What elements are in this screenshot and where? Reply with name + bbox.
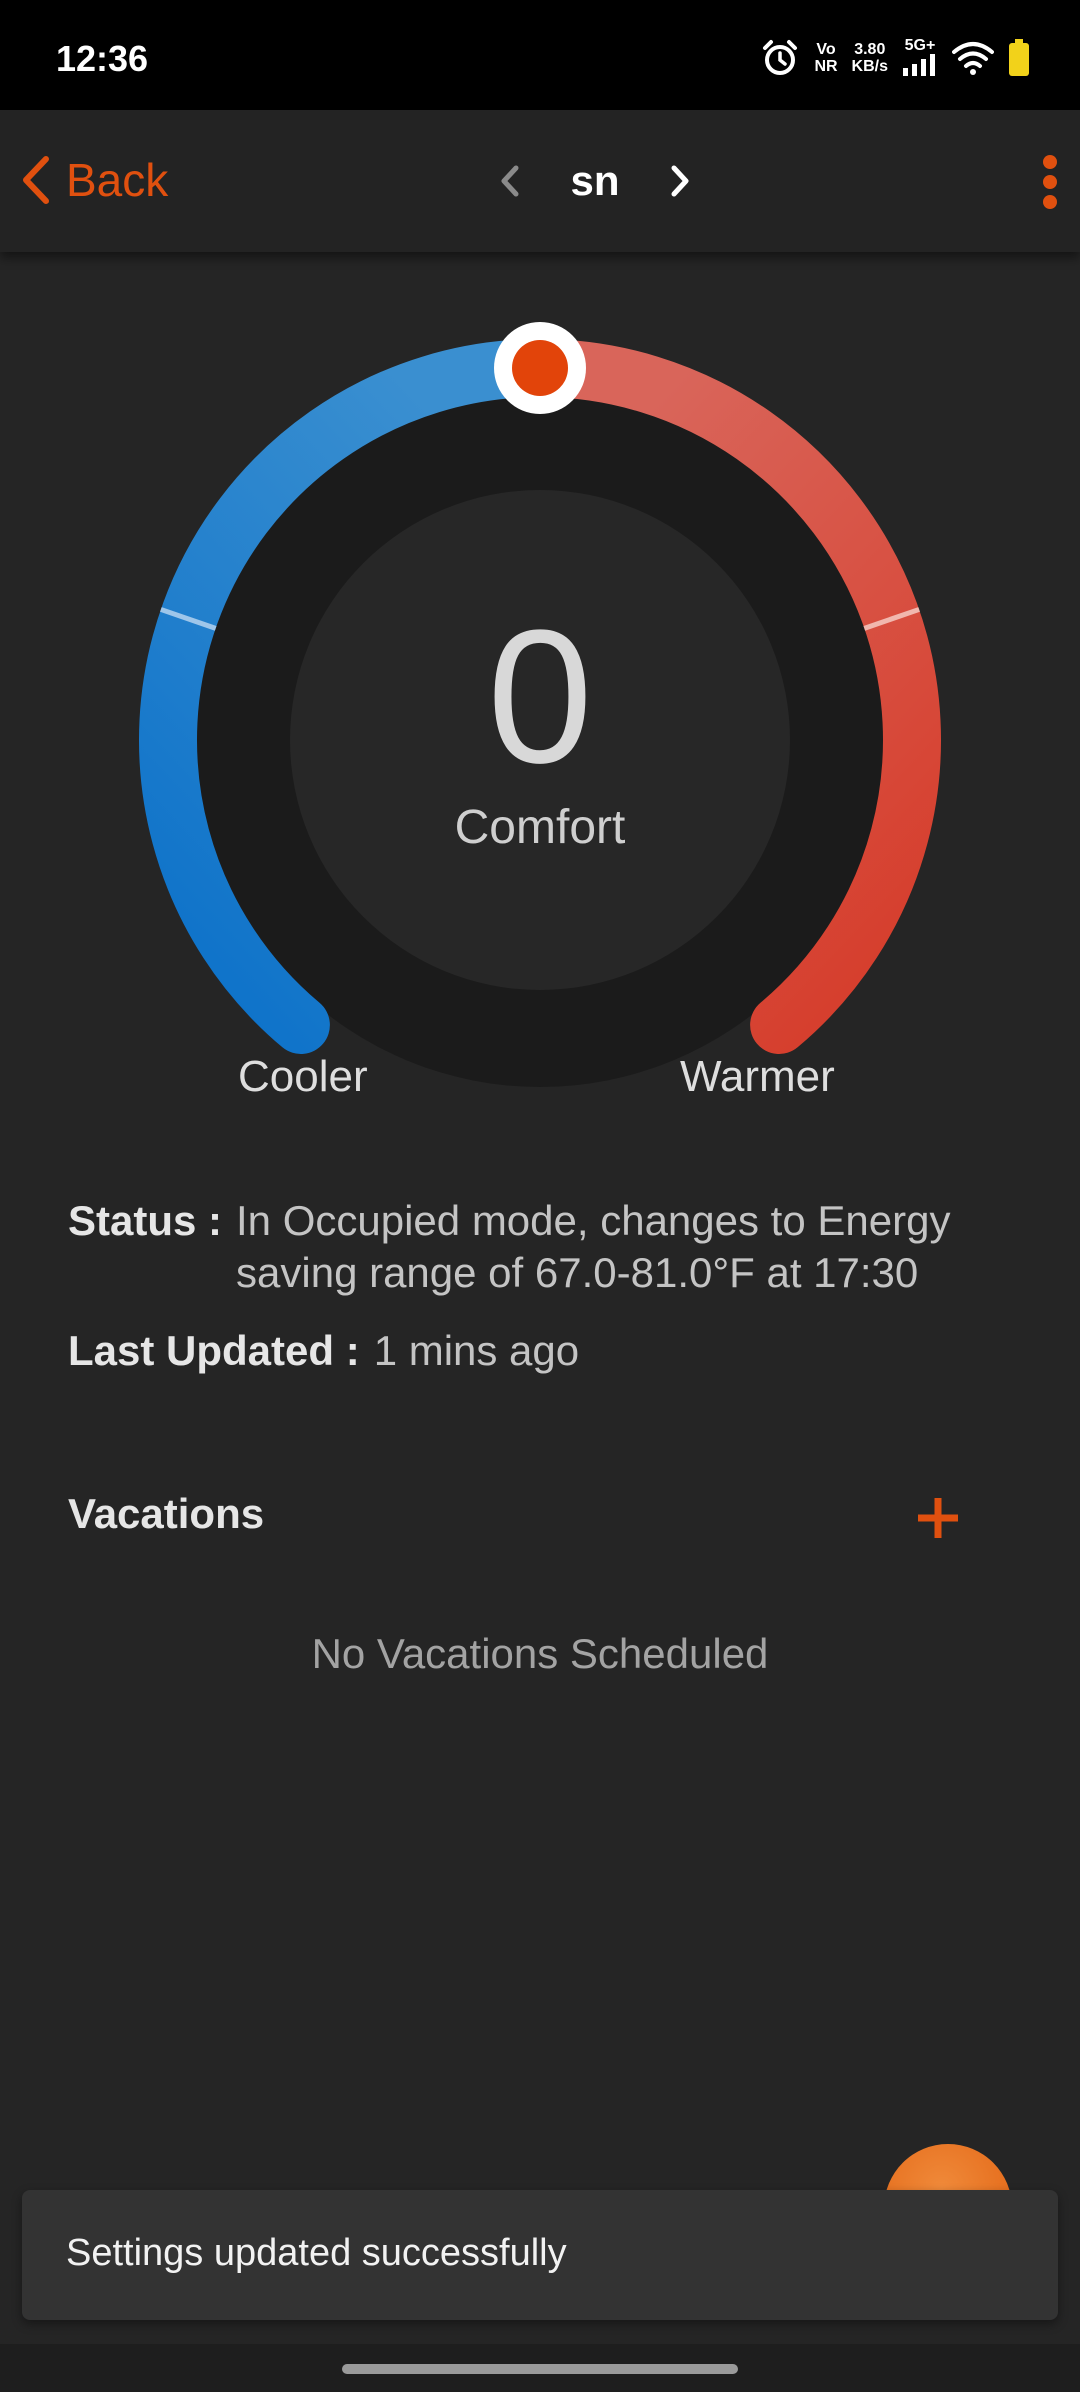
previous-device-button[interactable]	[490, 156, 530, 206]
status-info: Status : In Occupied mode, changes to En…	[68, 1195, 1028, 1377]
wifi-icon	[952, 42, 994, 75]
back-label: Back	[66, 154, 169, 206]
status-bar: 12:36 Vo NR 3.80 KB/s 5G+	[0, 0, 1080, 110]
next-device-button[interactable]	[660, 156, 700, 206]
warmer-label: Warmer	[680, 1052, 835, 1101]
status-key: Status :	[68, 1197, 223, 1244]
last-updated-row: Last Updated : 1 mins ago	[68, 1325, 1028, 1377]
last-updated-value: 1 mins ago	[373, 1327, 580, 1374]
cooler-label: Cooler	[238, 1052, 368, 1101]
screen: 12:36 Vo NR 3.80 KB/s 5G+ Back sn 0 Comf…	[0, 0, 1080, 2392]
net-speed-value: 3.80	[854, 41, 886, 58]
last-updated-key: Last Updated :	[68, 1327, 360, 1374]
comfort-label: Comfort	[454, 801, 626, 854]
status-icons: Vo NR 3.80 KB/s 5G+	[760, 36, 1030, 80]
no-vacations-message: No Vacations Scheduled	[311, 1630, 769, 1677]
app-bar: Back sn	[0, 110, 1080, 252]
device-name: sn	[570, 157, 620, 204]
device-switcher: sn	[490, 146, 700, 216]
chevron-left-icon	[23, 156, 49, 204]
dial-knob[interactable]	[494, 322, 586, 414]
snackbar-message: Settings updated successfully	[66, 2232, 567, 2274]
home-indicator[interactable]	[342, 2364, 738, 2374]
more-options-icon[interactable]	[1030, 152, 1070, 212]
back-button[interactable]: Back	[18, 150, 168, 210]
status-value: In Occupied mode, changes to Energy savi…	[236, 1197, 951, 1296]
navigation-bar	[0, 2344, 1080, 2392]
battery-icon	[1009, 39, 1029, 76]
volte-top: Vo	[816, 41, 836, 58]
net-speed: 3.80 KB/s	[852, 41, 888, 75]
volte-bottom: NR	[814, 58, 838, 75]
comfort-dial: 0 Comfort Cooler Warmer	[0, 252, 1080, 1152]
signal-icon	[903, 53, 935, 76]
network-type: 5G+	[902, 37, 938, 80]
status-row: Status : In Occupied mode, changes to En…	[68, 1195, 1028, 1299]
alarm-icon	[763, 40, 798, 75]
snackbar: Settings updated successfully	[22, 2190, 1058, 2320]
network-type-label: 5G+	[904, 36, 936, 54]
vacations-title: Vacations	[68, 1490, 265, 1537]
add-vacation-button[interactable]	[910, 1490, 966, 1546]
volte-indicator: Vo NR	[814, 41, 837, 75]
status-time: 12:36	[56, 38, 149, 79]
comfort-value: 0	[487, 591, 593, 803]
dial-readout: 0 Comfort	[340, 602, 740, 855]
net-speed-unit: KB/s	[851, 58, 888, 75]
